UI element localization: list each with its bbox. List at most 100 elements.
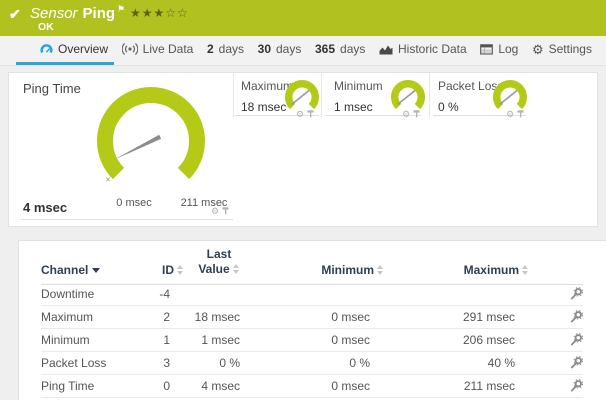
mini-gauge-title: Minimum (334, 79, 383, 93)
prtg-sensor-page: ✔ Sensor Ping⚑ ★★★☆☆ OK Overview Live Dat… (0, 0, 606, 400)
tab-label: Log (498, 42, 518, 56)
status-badge: OK (38, 21, 54, 33)
channel-id: 2 (151, 310, 184, 324)
tab-label: Historic Data (398, 42, 467, 56)
gear-icon[interactable]: ⚙ (506, 110, 514, 119)
divider (233, 73, 234, 117)
gauge-marker-icon: ✕ (105, 176, 111, 184)
sort-icon (522, 265, 529, 275)
channel-settings-icon[interactable] (569, 356, 583, 370)
divider (21, 219, 233, 220)
sensor-kind-label: Sensor (30, 5, 78, 22)
channel-name: Downtime (41, 287, 151, 301)
status-check-icon: ✔ (9, 6, 21, 23)
channel-name: Packet Loss (41, 356, 151, 370)
channel-table-panel: Channel ID LastValue Minimum Maximum Dow… (18, 240, 606, 400)
tab-live-data[interactable]: Live Data (116, 36, 200, 65)
col-header-minimum[interactable]: Minimum (254, 263, 384, 277)
channel-settings-icon[interactable] (569, 379, 583, 393)
gear-icon: ⚙ (532, 43, 544, 56)
area-chart-icon (379, 44, 393, 55)
priority-stars[interactable]: ★★★☆☆ (130, 6, 189, 20)
gauge-actions: ⚙ (211, 206, 230, 216)
col-header-last-value[interactable]: LastValue (184, 247, 254, 277)
tab-settings[interactable]: ⚙ Settings (526, 36, 598, 65)
gauge-needle (500, 91, 518, 105)
last-value: 18 msec (184, 310, 254, 324)
channel-settings-icon[interactable] (569, 310, 583, 324)
mini-gauge-value: 18 msec (241, 100, 286, 114)
minimum-value: 0 % (254, 356, 384, 370)
maximum-value: 211 msec (384, 379, 529, 393)
tab-bar: Overview Live Data 2 days 30 days 365 da… (0, 36, 606, 66)
gauge-needle (398, 91, 416, 105)
col-header-id[interactable]: ID (151, 263, 184, 277)
tab-log[interactable]: Log (474, 36, 524, 65)
maximum-value: 40 % (384, 356, 529, 370)
channel-name: Maximum (41, 310, 151, 324)
channel-settings-icon[interactable] (569, 287, 583, 301)
pin-icon[interactable] (412, 109, 421, 119)
tab-365-days[interactable]: 365 days (309, 36, 371, 65)
table-row-minimum[interactable]: Minimum 1 1 msec 0 msec 206 msec (41, 329, 583, 352)
priority-flag-icon[interactable]: ⚑ (117, 4, 125, 14)
minimum-value: 0 msec (254, 333, 384, 347)
pin-icon[interactable] (221, 206, 230, 216)
live-data-icon (122, 42, 138, 56)
tab-label: Live Data (143, 42, 194, 56)
table-row-ping-time[interactable]: Ping Time 0 4 msec 0 msec 211 msec (41, 375, 583, 398)
channel-id: 0 (151, 379, 184, 393)
last-value: 4 msec (184, 379, 254, 393)
channel-name: Ping Time (41, 379, 151, 393)
sort-icon (377, 265, 384, 275)
mini-gauge-value: 1 msec (334, 100, 373, 114)
tab-historic-data[interactable]: Historic Data (373, 36, 473, 65)
gear-icon[interactable]: ⚙ (296, 110, 304, 119)
sort-icon (177, 265, 184, 275)
table-row-maximum[interactable]: Maximum 2 18 msec 0 msec 291 msec (41, 306, 583, 329)
channel-name: Minimum (41, 333, 151, 347)
gauge-icon (40, 43, 53, 55)
stars-empty-icon[interactable]: ☆☆ (165, 6, 189, 20)
stars-filled-icon[interactable]: ★★★ (130, 6, 165, 20)
sensor-header: ✔ Sensor Ping⚑ ★★★☆☆ OK (0, 0, 606, 36)
channel-id: 3 (151, 356, 184, 370)
page-title: Sensor Ping⚑ (30, 4, 125, 22)
log-table-icon (480, 44, 493, 55)
tab-label: days (340, 42, 365, 56)
divider (429, 73, 430, 117)
table-header-row: Channel ID LastValue Minimum Maximum (41, 247, 583, 285)
tab-label-number: 365 (315, 42, 335, 56)
gauge-scale-min: 0 msec (109, 197, 159, 209)
tab-label: days (219, 42, 244, 56)
tab-label: days (276, 42, 301, 56)
gauge-panel-title: Ping Time (23, 81, 81, 96)
divider (321, 73, 322, 117)
pin-icon[interactable] (306, 109, 315, 119)
gear-icon[interactable]: ⚙ (402, 110, 410, 119)
table-row-packet-loss[interactable]: Packet Loss 3 0 % 0 % 40 % (41, 352, 583, 375)
pin-icon[interactable] (516, 109, 525, 119)
channel-settings-icon[interactable] (569, 333, 583, 347)
channel-id: -4 (151, 287, 184, 301)
sort-icon (233, 264, 240, 274)
gauge-actions: ⚙ (296, 109, 315, 119)
sensor-name: Ping (83, 5, 116, 22)
channel-id: 1 (151, 333, 184, 347)
table-row-downtime[interactable]: Downtime -4 (41, 283, 583, 306)
tab-label: Overview (58, 42, 108, 56)
ping-time-gauge-panel: Ping Time ✕ 0 msec 211 msec 4 msec ⚙ Max… (8, 72, 598, 227)
last-value: 1 msec (184, 333, 254, 347)
ping-time-gauge (96, 86, 206, 196)
tab-overview[interactable]: Overview (16, 36, 114, 65)
tab-label: Settings (549, 42, 592, 56)
gauge-needle (114, 135, 162, 160)
gauge-actions: ⚙ (402, 109, 421, 119)
gear-icon[interactable]: ⚙ (211, 207, 219, 216)
tab-2-days[interactable]: 2 days (201, 36, 250, 65)
tab-30-days[interactable]: 30 days (252, 36, 308, 65)
col-header-channel[interactable]: Channel (41, 263, 151, 277)
col-header-maximum[interactable]: Maximum (384, 263, 529, 277)
maximum-value: 291 msec (384, 310, 529, 324)
gauge-actions: ⚙ (506, 109, 525, 119)
